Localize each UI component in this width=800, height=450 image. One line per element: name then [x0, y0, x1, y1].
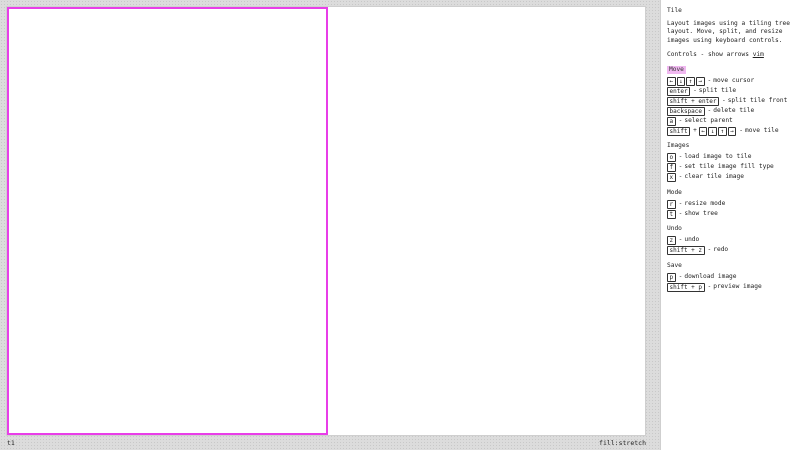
keybinding-desc: redo: [713, 246, 729, 254]
key-cap: ↑: [686, 76, 695, 86]
separator-dash: -: [693, 86, 697, 94]
key-cap: ←: [667, 76, 676, 86]
key-cap: →: [695, 76, 705, 86]
section-title-mode: Mode: [667, 188, 682, 196]
tile-t2[interactable]: [328, 7, 645, 435]
keybinding-row: p - download image: [667, 272, 794, 282]
keybinding-row: enter - split tile: [667, 86, 794, 96]
panel-title: Tile: [667, 7, 682, 14]
keybinding-desc: delete tile: [713, 106, 755, 114]
keybinding-desc: set tile image fill type: [684, 163, 774, 171]
separator-dash: -: [678, 163, 683, 171]
keybinding-desc: download image: [684, 272, 737, 280]
key-cap: t: [667, 209, 676, 219]
section-title-undo: Undo: [667, 225, 682, 232]
section-title-images: Images: [667, 142, 690, 149]
key-cap: enter: [667, 86, 691, 96]
separator-dash: -: [678, 199, 683, 207]
keybinding-desc: clear tile image: [684, 173, 744, 181]
keybinding-row: ← ↓ ↑ → - move cursor: [667, 76, 794, 86]
separator-dash: -: [707, 282, 712, 290]
separator-dash: -: [707, 76, 712, 84]
separator-dash: -: [707, 106, 712, 114]
key-cap: ↑: [718, 126, 727, 136]
key-cap: backspace: [667, 106, 705, 116]
keybinding-row: t - show tree: [667, 209, 794, 219]
key-cap: shift + z: [667, 246, 705, 255]
tile-t1-selected[interactable]: [7, 7, 328, 435]
keybinding-desc: move cursor: [713, 76, 755, 84]
key-cap: o: [667, 153, 676, 162]
separator-dash: -: [739, 126, 744, 134]
status-fill-type: fill:stretch: [599, 439, 646, 447]
separator-dash: -: [707, 246, 712, 254]
controls-label: Controls - show arrows: [667, 51, 749, 58]
key-cap: r: [667, 199, 676, 209]
keybinding-desc: split tile front: [727, 96, 788, 104]
key-cap: ↓: [676, 76, 686, 86]
key-cap: a: [667, 116, 676, 126]
controls-line: Controls - show arrows vim: [667, 51, 794, 60]
keybinding-desc: load image to tile: [684, 153, 752, 161]
key-cap: shift: [667, 126, 691, 136]
separator-dash: -: [678, 209, 683, 217]
keybinding-desc: split tile: [698, 86, 737, 94]
keybinding-row: z - undo: [667, 236, 794, 246]
keybinding-sections: Move ← ↓ ↑ → - move cursor enter - split tile shif…: [667, 64, 794, 293]
key-cap: z: [667, 236, 676, 245]
section-title-save: Save: [667, 261, 682, 269]
separator-dash: -: [678, 116, 683, 124]
keybinding-row: x - clear tile image: [667, 173, 794, 183]
key-plus: +: [693, 126, 697, 134]
keybinding-row: shift + z - redo: [667, 246, 794, 256]
keybinding-row: f - set tile image fill type: [667, 163, 794, 173]
vim-toggle-link[interactable]: vim: [753, 51, 764, 58]
keybinding-desc: resize mode: [684, 199, 726, 207]
separator-dash: -: [678, 153, 683, 161]
key-cap: ↓: [708, 126, 718, 136]
key-cap: shift + p: [667, 282, 705, 292]
key-cap: x: [667, 173, 676, 182]
key-cap: →: [727, 126, 737, 136]
keybinding-row: shift + p - preview image: [667, 282, 794, 292]
key-cap: p: [667, 272, 676, 282]
keybinding-desc: move tile: [745, 126, 779, 134]
panel-description: Layout images using a tiling tree layout…: [667, 19, 790, 44]
key-cap: ←: [698, 126, 708, 136]
keybinding-row: backspace - delete tile: [667, 106, 794, 116]
keybinding-row: o - load image to tile: [667, 153, 794, 163]
keybinding-desc: show tree: [684, 209, 718, 217]
tile-canvas[interactable]: [6, 6, 646, 436]
key-cap: f: [667, 163, 676, 172]
key-cap: shift + enter: [667, 96, 719, 106]
status-bar: t1 fill:stretch: [6, 437, 648, 450]
keybinding-desc: select parent: [684, 116, 733, 124]
separator-dash: -: [678, 173, 683, 181]
keybinding-desc: undo: [684, 236, 700, 244]
keybinding-row: shift + ← ↓ ↑ → - move tile: [667, 126, 794, 136]
keybinding-row: r - resize mode: [667, 199, 794, 209]
separator-dash: -: [678, 236, 683, 244]
keybinding-desc: preview image: [713, 282, 762, 290]
keybinding-row: shift + enter - split tile front: [667, 96, 794, 106]
separator-dash: -: [721, 96, 726, 104]
separator-dash: -: [678, 272, 683, 280]
help-panel: Tile Layout images using a tiling tree l…: [660, 0, 800, 450]
keybinding-row: a - select parent: [667, 116, 794, 126]
status-tile-id: t1: [7, 439, 15, 447]
section-title-move: Move: [667, 65, 686, 74]
